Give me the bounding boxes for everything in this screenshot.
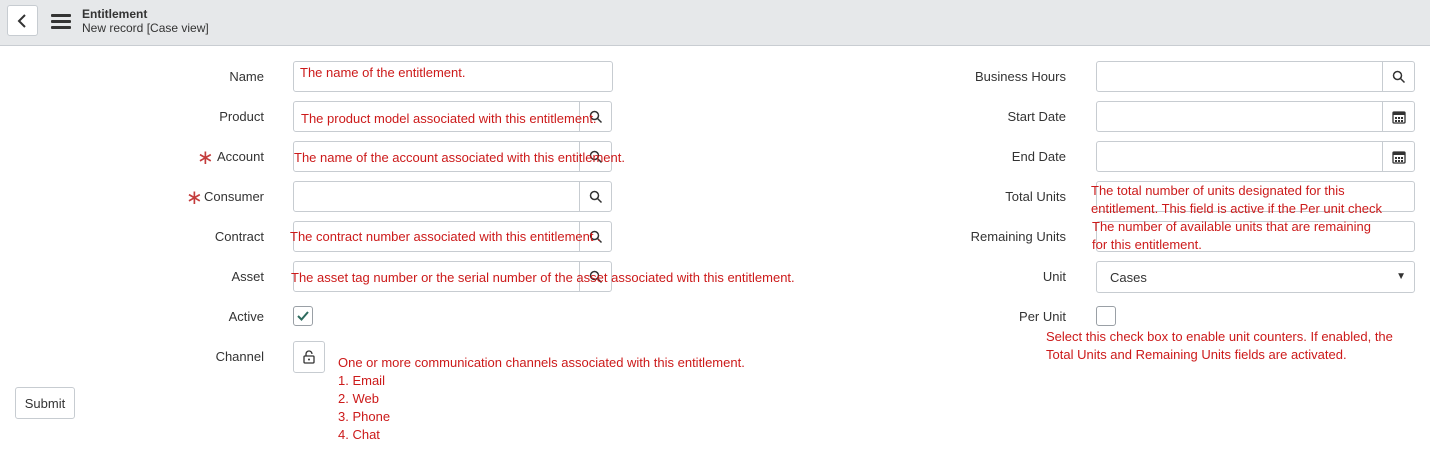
- account-annotation: The name of the account associated with …: [294, 150, 625, 165]
- chevron-left-icon: [17, 14, 26, 28]
- total-units-annotation: The total number of units designated for…: [1091, 182, 1382, 218]
- active-checkbox[interactable]: [293, 306, 313, 326]
- unit-select[interactable]: Cases ▼: [1096, 261, 1415, 293]
- asset-label: Asset: [231, 269, 264, 284]
- consumer-label: Consumer: [204, 189, 264, 204]
- calendar-icon: [1392, 111, 1406, 124]
- channel-option-phone: 3. Phone: [338, 409, 391, 424]
- search-icon: [589, 190, 603, 204]
- search-icon: [1392, 70, 1406, 84]
- unit-label: Unit: [1042, 269, 1066, 284]
- unlock-icon: [303, 350, 315, 364]
- total-units-annotation-line1: The total number of units designated for…: [1091, 183, 1345, 198]
- submit-button[interactable]: Submit: [15, 387, 75, 419]
- per-unit-annotation-line1: Select this check box to enable unit cou…: [1046, 329, 1393, 344]
- consumer-input[interactable]: [293, 181, 612, 212]
- channel-lock-button[interactable]: [293, 341, 325, 373]
- business-hours-label: Business Hours: [974, 69, 1066, 84]
- start-date-label: Start Date: [1007, 109, 1066, 124]
- hamburger-menu-icon[interactable]: [51, 14, 71, 30]
- active-label: Active: [228, 309, 264, 324]
- business-hours-lookup-button[interactable]: [1382, 62, 1414, 91]
- form-header: Entitlement New record [Case view]: [0, 0, 1430, 46]
- checkmark-icon: [297, 311, 309, 321]
- back-button[interactable]: [7, 5, 38, 36]
- caret-down-icon: ▼: [1396, 271, 1406, 282]
- channel-option-email: 1. Email: [338, 373, 385, 388]
- total-units-annotation-line2: entitlement. This field is active if the…: [1091, 201, 1382, 216]
- contract-annotation: The contract number associated with this…: [290, 229, 601, 244]
- per-unit-annotation: Select this check box to enable unit cou…: [1046, 328, 1393, 364]
- channel-label: Channel: [215, 349, 264, 364]
- channel-option-web: 2. Web: [338, 391, 379, 406]
- consumer-required-icon: ∗: [186, 187, 203, 209]
- per-unit-annotation-line2: Total Units and Remaining Units fields a…: [1046, 347, 1347, 362]
- page-title: Entitlement: [82, 7, 148, 21]
- total-units-label: Total Units: [1005, 189, 1066, 204]
- end-date-input[interactable]: [1096, 141, 1415, 172]
- per-unit-checkbox[interactable]: [1096, 306, 1116, 326]
- contract-label: Contract: [214, 229, 264, 244]
- channel-annotation-text: One or more communication channels assoc…: [338, 355, 745, 370]
- channel-option-chat: 4. Chat: [338, 427, 380, 442]
- start-date-picker-button[interactable]: [1382, 102, 1414, 131]
- remaining-units-annotation-line1: The number of available units that are r…: [1092, 219, 1371, 234]
- end-date-label: End Date: [1011, 149, 1066, 164]
- product-annotation: The product model associated with this e…: [301, 111, 597, 126]
- end-date-picker-button[interactable]: [1382, 142, 1414, 171]
- calendar-icon: [1392, 151, 1406, 164]
- account-label: Account: [217, 149, 264, 164]
- name-annotation: The name of the entitlement.: [300, 65, 466, 80]
- remaining-units-annotation-line2: for this entitlement.: [1092, 237, 1202, 252]
- per-unit-label: Per Unit: [1019, 309, 1066, 324]
- consumer-lookup-button[interactable]: [579, 182, 611, 211]
- asset-annotation: The asset tag number or the serial numbe…: [291, 270, 795, 285]
- business-hours-input[interactable]: [1096, 61, 1415, 92]
- channel-annotation: One or more communication channels assoc…: [338, 354, 745, 444]
- page-subtitle: New record [Case view]: [82, 21, 209, 35]
- unit-select-value: Cases: [1110, 270, 1147, 285]
- product-label: Product: [219, 109, 264, 124]
- account-required-icon: ∗: [197, 147, 214, 169]
- name-label: Name: [229, 69, 264, 84]
- remaining-units-label: Remaining Units: [970, 229, 1066, 244]
- start-date-input[interactable]: [1096, 101, 1415, 132]
- remaining-units-annotation: The number of available units that are r…: [1092, 218, 1371, 254]
